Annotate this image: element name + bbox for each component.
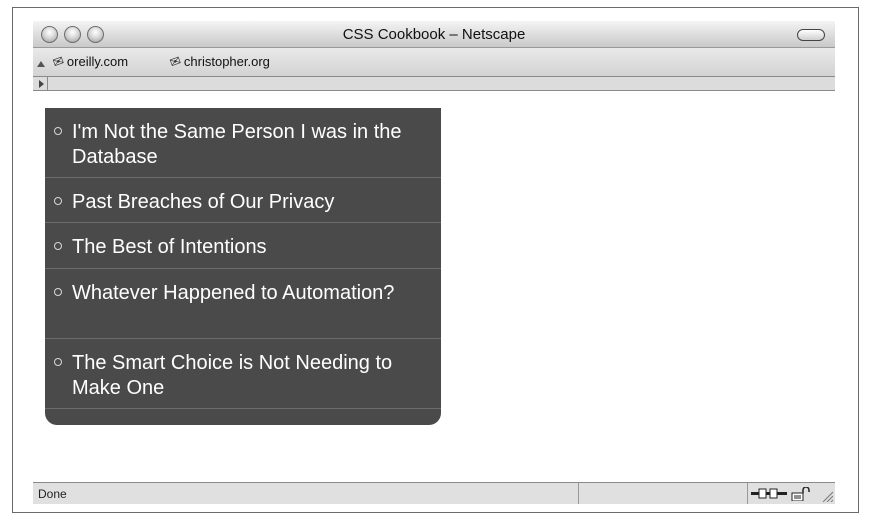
- circle-bullet-icon: [54, 358, 62, 366]
- status-bar: Done: [33, 482, 835, 504]
- collapse-triangle-icon[interactable]: [37, 61, 45, 67]
- menu-item[interactable]: Whatever Happened to Automation?: [45, 269, 441, 339]
- page-content: I'm Not the Same Person I was in the Dat…: [33, 91, 835, 482]
- menu-item-label: Past Breaches of Our Privacy: [72, 191, 335, 213]
- menu-item-label: The Smart Choice is Not Needing to Make …: [72, 352, 393, 399]
- status-divider: [578, 483, 579, 504]
- resize-grip-icon[interactable]: [821, 490, 833, 502]
- circle-bullet-icon: [54, 242, 62, 250]
- circle-bullet-icon: [54, 197, 62, 205]
- menu-item-label: Whatever Happened to Automation?: [72, 282, 395, 304]
- menu-item-label: I'm Not the Same Person I was in the Dat…: [72, 121, 402, 168]
- status-divider: [747, 483, 748, 504]
- connection-plug-icon[interactable]: [751, 488, 787, 499]
- bookmark-christopher[interactable]: ✉christopher.org: [167, 52, 270, 71]
- status-text: Done: [38, 487, 67, 501]
- bookmarks-toolbar: ✉oreilly.com ✉christopher.org: [33, 48, 835, 77]
- title-bar[interactable]: CSS Cookbook – Netscape: [33, 21, 835, 48]
- toolbar-toggle-button[interactable]: [797, 29, 825, 41]
- expand-triangle-icon[interactable]: [34, 77, 48, 90]
- bookmark-label: oreilly.com: [66, 54, 129, 69]
- circle-bullet-icon: [54, 127, 62, 135]
- browser-window: CSS Cookbook – Netscape ✉oreilly.com ✉ch…: [33, 21, 835, 504]
- circle-bullet-icon: [54, 288, 62, 296]
- security-lock-icon[interactable]: [791, 487, 811, 501]
- menu-item[interactable]: Past Breaches of Our Privacy: [45, 178, 441, 223]
- menu-item-label: The Best of Intentions: [72, 236, 267, 258]
- navigation-menu: I'm Not the Same Person I was in the Dat…: [45, 108, 441, 425]
- menu-item[interactable]: The Best of Intentions: [45, 223, 441, 269]
- bookmark-oreilly[interactable]: ✉oreilly.com: [50, 52, 129, 71]
- bookmark-icon: ✉: [167, 52, 183, 71]
- bookmark-label: christopher.org: [183, 54, 270, 69]
- window-title: CSS Cookbook – Netscape: [342, 26, 526, 43]
- menu-item[interactable]: I'm Not the Same Person I was in the Dat…: [45, 108, 441, 178]
- secondary-toolbar: [33, 77, 835, 91]
- menu-item[interactable]: The Smart Choice is Not Needing to Make …: [45, 339, 441, 409]
- bookmark-icon: ✉: [50, 52, 66, 71]
